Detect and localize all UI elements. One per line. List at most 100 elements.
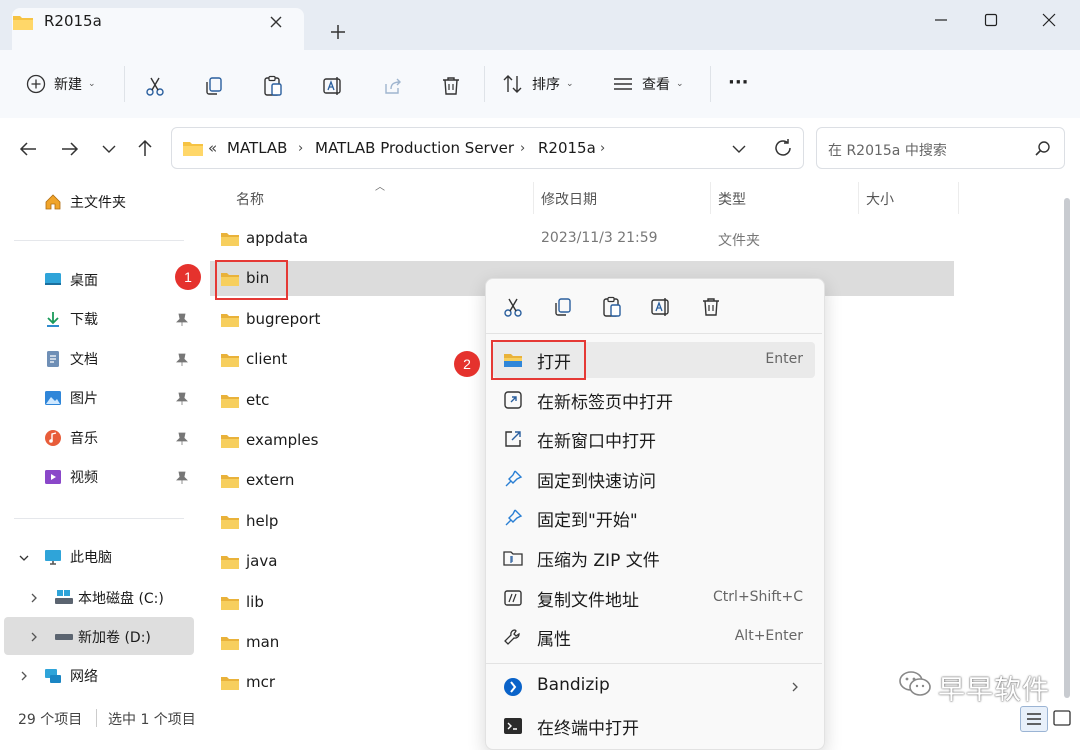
chevron-right-icon	[792, 682, 798, 692]
nav-documents[interactable]: 文档	[4, 340, 194, 378]
file-date: 2023/11/3 21:59	[541, 230, 658, 246]
menu-item-terminal[interactable]: 在终端中打开	[493, 708, 815, 744]
nav-music[interactable]: 音乐	[4, 419, 194, 457]
menu-item-bandizip[interactable]: Bandizip	[493, 669, 815, 705]
column-divider[interactable]	[858, 182, 859, 214]
paste-icon	[603, 296, 621, 317]
minimize-button[interactable]	[918, 4, 964, 36]
nav-drive-c[interactable]: 本地磁盘 (C:)	[4, 578, 194, 616]
pin-icon[interactable]	[176, 471, 188, 485]
copy-path-icon	[503, 588, 523, 608]
column-header-name[interactable]: 名称	[236, 189, 264, 209]
new-button[interactable]: 新建 ⌄	[26, 70, 96, 98]
context-cut-button[interactable]	[498, 294, 528, 320]
chevron-right-icon[interactable]: ›	[520, 141, 525, 156]
nav-network[interactable]: 网络	[4, 657, 194, 695]
breadcrumb-r2015a[interactable]: R2015a	[538, 139, 596, 157]
menu-item-zip[interactable]: 压缩为 ZIP 文件	[493, 540, 815, 576]
menu-divider	[486, 333, 822, 334]
tiles-view-button[interactable]	[1052, 708, 1072, 728]
refresh-icon[interactable]	[772, 137, 794, 159]
menu-item-pin-start[interactable]: 固定到"开始"	[493, 500, 815, 536]
context-copy-button[interactable]	[548, 294, 578, 320]
new-tab-button[interactable]	[326, 20, 350, 44]
column-header-size[interactable]: 大小	[866, 189, 894, 209]
computer-icon	[45, 550, 61, 565]
wechat-logo-icon	[898, 669, 932, 699]
chevron-right-icon[interactable]	[28, 631, 40, 643]
breadcrumb-production-server[interactable]: MATLAB Production Server	[315, 139, 514, 157]
pin-icon[interactable]	[176, 353, 188, 367]
selected-count: 选中 1 个项目	[108, 712, 196, 728]
chevron-right-icon[interactable]: ›	[600, 141, 605, 156]
menu-item-new-window[interactable]: 在新窗口中打开	[493, 421, 815, 457]
chevron-right-icon[interactable]: ›	[298, 141, 303, 156]
file-row[interactable]: appdata 2023/11/3 21:59 文件夹	[210, 220, 954, 258]
file-name: client	[246, 350, 288, 368]
context-rename-button[interactable]	[646, 294, 676, 320]
column-divider[interactable]	[958, 182, 959, 214]
menu-item-properties[interactable]: 属性 Alt+Enter	[493, 619, 815, 655]
recent-locations-icon[interactable]	[100, 140, 118, 158]
sort-button[interactable]: 排序 ⌄	[502, 70, 574, 98]
share-button[interactable]	[382, 72, 404, 100]
address-dropdown-icon[interactable]	[730, 140, 748, 158]
file-name: etc	[246, 391, 270, 409]
nav-drive-d[interactable]: 新加卷 (D:)	[4, 617, 194, 655]
pin-icon[interactable]	[176, 432, 188, 446]
menu-item-new-tab[interactable]: 在新标签页中打开	[493, 382, 815, 418]
context-paste-button[interactable]	[597, 294, 627, 320]
delete-button[interactable]	[440, 72, 462, 100]
copy-button[interactable]	[203, 72, 225, 100]
paste-button[interactable]	[262, 72, 284, 100]
desktop-icon	[45, 273, 61, 285]
drive-icon	[55, 590, 73, 604]
forward-arrow-icon[interactable]	[59, 138, 81, 160]
nav-videos[interactable]: 视频	[4, 458, 194, 496]
file-name: appdata	[246, 229, 309, 247]
cut-button[interactable]	[144, 72, 166, 100]
folder-icon	[220, 514, 240, 530]
context-delete-button[interactable]	[696, 294, 726, 320]
breadcrumb-overflow[interactable]: «	[208, 139, 217, 157]
close-icon[interactable]	[266, 12, 286, 32]
menu-item-label: 压缩为 ZIP 文件	[537, 551, 660, 571]
file-name: man	[246, 633, 280, 651]
terminal-icon	[504, 718, 522, 734]
folder-icon	[220, 393, 240, 409]
view-button[interactable]: 查看 ⌄	[612, 70, 684, 98]
column-divider[interactable]	[533, 182, 534, 214]
share-icon	[385, 78, 401, 94]
details-view-button[interactable]	[1020, 706, 1048, 732]
column-header-type[interactable]: 类型	[718, 189, 746, 209]
menu-item-pin[interactable]: 固定到快速访问	[493, 461, 815, 497]
new-label: 新建	[54, 77, 82, 93]
back-arrow-icon[interactable]	[17, 138, 39, 160]
breadcrumb-matlab[interactable]: MATLAB	[227, 139, 287, 157]
nav-this-pc[interactable]: 此电脑	[4, 538, 194, 576]
pin-icon	[503, 469, 523, 489]
copy-icon	[555, 298, 571, 316]
menu-item-copy-path[interactable]: 复制文件地址 Ctrl+Shift+C	[493, 580, 815, 616]
scrollbar[interactable]	[1064, 198, 1070, 698]
nav-this-pc-label: 此电脑	[70, 550, 112, 566]
nav-pictures[interactable]: 图片	[4, 379, 194, 417]
more-options-button[interactable]: ···	[728, 72, 749, 93]
rename-button[interactable]	[322, 72, 344, 100]
pin-icon[interactable]	[176, 392, 188, 406]
network-icon	[45, 669, 61, 683]
pin-icon[interactable]	[176, 313, 188, 327]
column-divider[interactable]	[710, 182, 711, 214]
video-icon	[45, 470, 61, 484]
nav-downloads[interactable]: 下载	[4, 300, 194, 338]
folder-icon	[220, 352, 240, 368]
nav-desktop[interactable]: 桌面	[4, 261, 194, 299]
window-close-button[interactable]	[1026, 4, 1072, 36]
up-arrow-icon[interactable]	[134, 137, 156, 159]
maximize-button[interactable]	[968, 4, 1014, 36]
column-header-date[interactable]: 修改日期	[541, 189, 597, 209]
annotation-badge-2: 2	[454, 351, 480, 377]
menu-item-label: 固定到"开始"	[537, 511, 638, 531]
nav-home[interactable]: 主文件夹	[4, 183, 194, 221]
search-icon[interactable]	[1034, 140, 1052, 158]
